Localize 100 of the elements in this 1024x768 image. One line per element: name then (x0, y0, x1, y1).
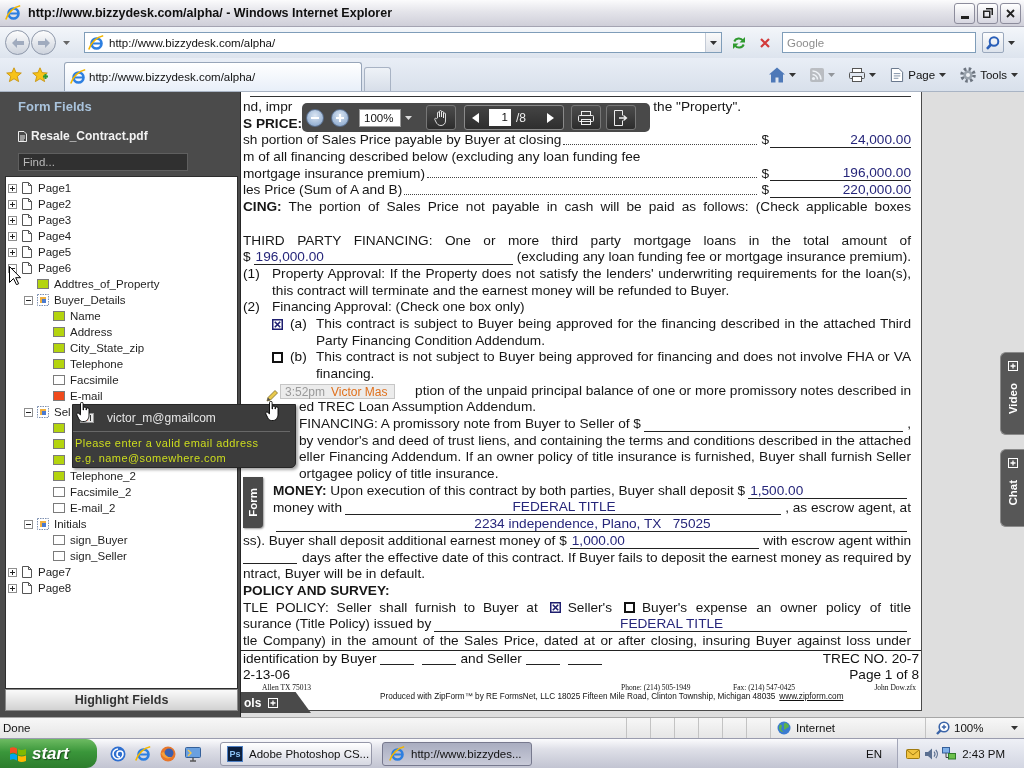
tree-item[interactable]: sign_Seller (70, 550, 127, 562)
fill-in-line[interactable]: 1,000.00 (569, 533, 760, 549)
find-field[interactable]: Find... (18, 153, 188, 171)
tree-item[interactable]: Name (70, 310, 101, 322)
tree-item[interactable]: Telephone_2 (70, 470, 136, 482)
tree-item[interactable]: Page4 (38, 230, 72, 242)
tree-item[interactable]: Addtres_of_Property (54, 278, 160, 290)
dropdown-button[interactable] (705, 33, 721, 52)
checkbox[interactable] (272, 352, 283, 364)
plus-box-icon[interactable] (8, 231, 17, 241)
document-text: ss). Buyer shall deposit additional earnest money of $ (243, 532, 567, 550)
caret-icon (1007, 40, 1015, 45)
envelope-icon[interactable] (906, 746, 920, 761)
checkbox[interactable] (272, 318, 283, 330)
form-tab[interactable]: Form (243, 477, 263, 528)
zoom-field[interactable]: 100% (359, 108, 401, 127)
document-text: financing. (316, 366, 375, 383)
document-text: (excluding any loan funding fee or mortgage insurance premium). (516, 249, 911, 266)
network-icon[interactable] (942, 746, 956, 761)
fill-in-line[interactable]: 196,000.00 (253, 249, 513, 265)
pencil-icon[interactable] (266, 389, 279, 402)
home-icon (769, 66, 786, 83)
amount-field[interactable]: 220,000.00 (770, 183, 911, 199)
tree-item[interactable]: Buyer_Details (54, 294, 126, 306)
tree-item[interactable]: E-mail_2 (70, 502, 116, 514)
gear-icon (960, 66, 977, 83)
fill-in-line[interactable]: 1,500.00 (748, 483, 907, 499)
tools-tab[interactable]: ols (241, 692, 311, 713)
tree-item[interactable]: Page2 (38, 198, 72, 210)
add-favorites-button[interactable] (32, 66, 48, 83)
tree-item[interactable]: Initials (54, 518, 87, 530)
tree-item[interactable]: Address (70, 326, 113, 338)
document-text: nd, impr (243, 99, 293, 116)
minus-icon (311, 116, 319, 119)
fill-in-line[interactable]: 2234 independence, Plano, TX 75025 (276, 516, 907, 532)
tree-item[interactable]: E-mail (70, 390, 103, 402)
tree-item[interactable]: sign_Buyer (70, 534, 128, 546)
zoom-icon (936, 721, 950, 735)
print-button[interactable] (571, 105, 601, 130)
plus-box-icon[interactable] (8, 183, 17, 193)
tree-item[interactable]: Page3 (38, 214, 72, 226)
document-text: ption of the unpaid principal balance of one or more promissory notes described in (415, 382, 911, 400)
website-link[interactable]: www.zipform.com (779, 691, 844, 702)
language-indicator[interactable]: EN (866, 747, 882, 760)
side-tab[interactable]: Video (1000, 352, 1024, 436)
amount-field[interactable]: 196,000.00 (770, 166, 911, 182)
minimize-button[interactable] (954, 2, 975, 24)
highlight-fields-button[interactable]: Highlight Fields (5, 689, 238, 711)
printer-icon (578, 109, 594, 126)
swirl-icon[interactable] (110, 745, 126, 762)
minus-box-icon[interactable] (24, 407, 33, 417)
tree-item[interactable]: Facsimile (70, 374, 119, 386)
page-field[interactable]: 1 (489, 109, 511, 126)
document-text: Property Approval: If the Property does not satisfy the lenders' underwriting requirements for the loan(s), (272, 265, 911, 283)
address-field[interactable]: http://www.bizzydesk.com/alpha/ (84, 32, 722, 53)
flame-globe-icon[interactable] (160, 745, 176, 762)
tree-item[interactable]: Telephone (70, 358, 124, 370)
plus-box-icon[interactable] (8, 583, 17, 593)
printer-icon (849, 66, 866, 83)
speaker-icon[interactable] (924, 746, 938, 761)
document-text: TLE POLICY: Seller shall furnish to Buyer at (243, 599, 538, 617)
browser-tab[interactable]: http://www.bizzydesk.com/alpha/ (64, 62, 362, 91)
tree-item[interactable]: Page5 (38, 246, 72, 258)
start-button[interactable]: start (0, 739, 97, 768)
amount-field[interactable]: 24,000.00 (770, 133, 911, 149)
field-value: victor_m@gmailcom (107, 411, 216, 425)
taskbar-button[interactable]: http://www.bizzydes... (382, 741, 532, 766)
document-text: Produced with ZipForm™ by RE FormsNet, LLC 18025 Fifteen Mile Road, Clinton Township, Michigan 48035 (380, 691, 776, 702)
fill-in-line[interactable]: FEDERAL TITLE (345, 500, 782, 516)
checkbox[interactable] (549, 602, 561, 614)
checkbox[interactable] (624, 602, 635, 614)
fill-in-line[interactable]: FEDERAL TITLE (434, 617, 907, 632)
zoom-in-button[interactable] (331, 108, 349, 127)
cross-icon (760, 37, 770, 48)
plus-box-icon[interactable] (8, 247, 17, 257)
tree-item[interactable]: Page1 (38, 182, 72, 194)
tree-item[interactable]: City_State_zip (70, 342, 145, 354)
tree-item[interactable]: Sel (54, 406, 71, 418)
tree-item[interactable]: Page7 (38, 566, 72, 578)
tools-button[interactable]: Tools (960, 64, 1018, 85)
plus-box-icon[interactable] (8, 567, 17, 577)
close-button[interactable] (1000, 2, 1021, 24)
plus-box-icon[interactable] (8, 199, 17, 209)
restore-button[interactable] (977, 2, 998, 24)
search-field[interactable]: Google (782, 32, 976, 53)
taskbar-button[interactable]: Ps Adobe Photoshop CS... (220, 741, 372, 766)
export-button[interactable] (606, 105, 636, 130)
search-button[interactable] (982, 32, 1004, 53)
plus-box-icon[interactable] (8, 215, 17, 225)
tree-item[interactable]: Facsimile_2 (70, 486, 132, 498)
hand-tool-button[interactable] (426, 105, 456, 130)
tree-item[interactable]: Page6 (38, 262, 72, 274)
page-button[interactable]: Page (890, 64, 947, 85)
comment-time: 3:52pm (285, 384, 326, 399)
zoom-out-button[interactable] (306, 108, 324, 127)
monitor-icon[interactable] (185, 745, 201, 762)
side-tab[interactable]: Chat (1000, 449, 1024, 527)
tree-item[interactable]: Page8 (38, 582, 72, 594)
minus-box-icon[interactable] (24, 295, 33, 305)
minus-box-icon[interactable] (24, 519, 33, 529)
